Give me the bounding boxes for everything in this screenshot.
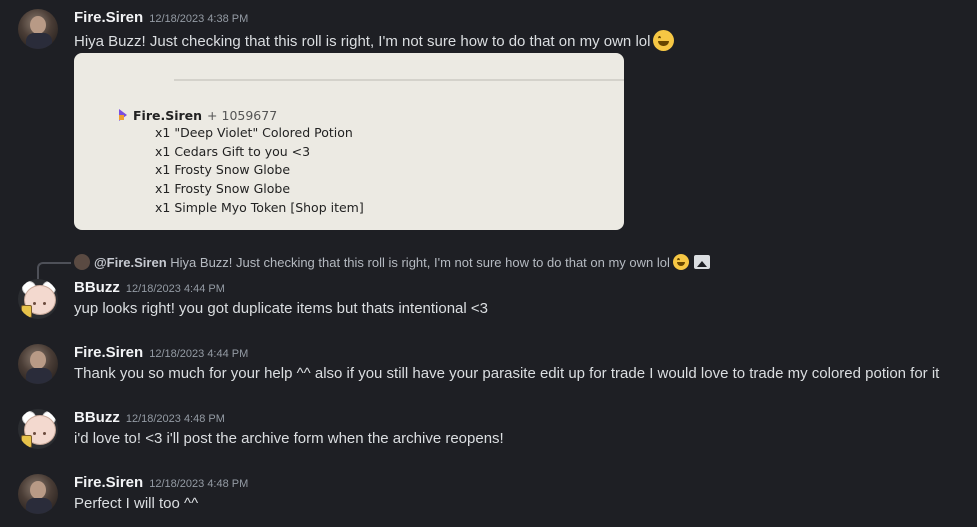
roller-name: Fire.Siren [133, 107, 203, 123]
reply-avatar [74, 254, 90, 270]
username[interactable]: Fire.Siren [74, 9, 143, 26]
message-header: BBuzz 12/18/2023 4:44 PM [74, 279, 225, 297]
reply-spine [37, 262, 71, 279]
avatar-eye [43, 302, 46, 305]
username[interactable]: BBuzz [74, 279, 120, 296]
message-header: Fire.Siren 12/18/2023 4:38 PM [74, 9, 248, 27]
username[interactable]: Fire.Siren [74, 344, 143, 361]
message-text: yup looks right! you got duplicate items… [74, 300, 489, 317]
roll-item: x1 Cedars Gift to you <3 [155, 143, 311, 159]
avatar-cup [21, 435, 32, 448]
roll-header: Fire.Siren + 1059677 [119, 106, 364, 124]
reply-preview[interactable]: @Fire.Siren Hiya Buzz! Just checking tha… [74, 254, 710, 270]
message-header: BBuzz 12/18/2023 4:48 PM [74, 409, 225, 427]
message-text: Perfect I will too ^^ [74, 495, 199, 512]
reply-username[interactable]: @Fire.Siren [94, 255, 167, 270]
message-header: Fire.Siren 12/18/2023 4:44 PM [74, 344, 248, 362]
username[interactable]: Fire.Siren [74, 474, 143, 491]
message-header: Fire.Siren 12/18/2023 4:48 PM [74, 474, 248, 492]
avatar-eye [33, 302, 36, 305]
roll-item: x1 Frosty Snow Globe [155, 162, 291, 178]
username[interactable]: BBuzz [74, 409, 120, 426]
roll-item: x1 Simple Myo Token [Shop item] [155, 199, 364, 215]
timestamp[interactable]: 12/18/2023 4:44 PM [149, 348, 248, 360]
user-avatar[interactable] [18, 409, 58, 449]
image-icon [693, 255, 710, 269]
avatar-eye [43, 432, 46, 435]
grinning-smile-emoji[interactable] [653, 30, 675, 51]
roll-item: x1 "Deep Violet" Colored Potion [155, 125, 353, 140]
user-avatar[interactable] [18, 344, 58, 384]
avatar-eye [33, 432, 36, 435]
message-text: Hiya Buzz! Just checking that this roll … [74, 33, 651, 50]
user-avatar[interactable] [18, 474, 58, 514]
timestamp[interactable]: 12/18/2023 4:48 PM [126, 413, 225, 425]
roll-item: x1 Frosty Snow Globe [155, 181, 291, 197]
timestamp[interactable]: 12/18/2023 4:48 PM [149, 478, 248, 490]
message-text: Thank you so much for your help ^^ also … [74, 365, 940, 382]
reply-text: Hiya Buzz! Just checking that this roll … [170, 255, 670, 270]
roller-id: + 1059677 [207, 107, 278, 123]
user-avatar[interactable] [18, 279, 58, 319]
grinning-smile-emoji [672, 254, 689, 270]
roller-logo-icon [119, 109, 128, 121]
roll-result: Fire.Siren + 1059677 x1 "Deep Violet" Co… [119, 106, 364, 217]
message-text: i'd love to! <3 i'll post the archive fo… [74, 430, 504, 447]
avatar-cup [21, 305, 32, 318]
timestamp[interactable]: 12/18/2023 4:44 PM [126, 283, 225, 295]
timestamp[interactable]: 12/18/2023 4:38 PM [149, 13, 248, 25]
roll-image-attachment[interactable]: Fire.Siren + 1059677 x1 "Deep Violet" Co… [74, 53, 624, 230]
user-avatar[interactable] [18, 9, 58, 49]
divider-line [174, 79, 624, 81]
message-content: Hiya Buzz! Just checking that this roll … [74, 30, 675, 51]
